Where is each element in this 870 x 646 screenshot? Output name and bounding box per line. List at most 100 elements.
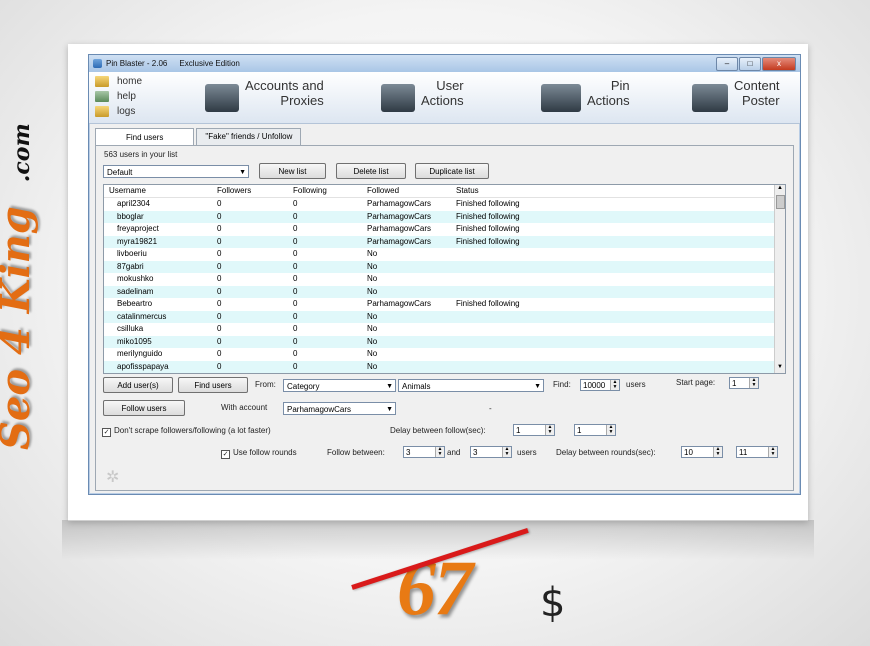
- help-icon: [95, 91, 109, 102]
- chevron-down-icon: ▼: [386, 406, 393, 413]
- follow-between-max-input[interactable]: 3 ▲ ▼: [470, 446, 512, 458]
- table-cell: ParhamagowCars: [367, 199, 432, 208]
- table-row[interactable]: mokushko 0 0 No: [104, 273, 785, 286]
- duplicate-list-button[interactable]: Duplicate list: [415, 163, 489, 179]
- table-cell: No: [367, 361, 378, 371]
- new-list-button[interactable]: New list: [259, 163, 326, 179]
- and-label: and: [447, 448, 461, 457]
- title-bar[interactable]: Pin Blaster - 2.06 Exclusive Edition – □…: [89, 55, 800, 72]
- table-row[interactable]: april2304 0 0 ParhamagowCars Finished follow…: [104, 198, 785, 211]
- table-cell: 0: [293, 211, 298, 221]
- from-select[interactable]: Category ▼: [283, 379, 396, 392]
- scroll-down-icon[interactable]: ▼: [775, 364, 785, 373]
- table-cell: 0: [293, 324, 298, 333]
- table-cell: miko1095: [117, 336, 152, 346]
- table-cell: freyaproject: [117, 224, 159, 233]
- follow-users-button[interactable]: Follow users: [103, 400, 185, 416]
- table-row[interactable]: livboeriu 0 0 No: [104, 248, 785, 261]
- close-button[interactable]: x: [762, 56, 796, 71]
- delete-list-button[interactable]: Delete list: [336, 163, 406, 179]
- add-users-button[interactable]: Add user(s): [103, 377, 173, 393]
- spinner-arrows-icon[interactable]: ▲ ▼: [610, 380, 619, 390]
- toolbar-accounts-proxies[interactable]: Accounts and Proxies: [205, 78, 324, 112]
- table-row[interactable]: catalinmercus 0 0 No: [104, 310, 785, 323]
- category-select[interactable]: Animals ▼: [398, 379, 544, 392]
- table-cell: 0: [217, 349, 222, 358]
- table-cell: 0: [217, 199, 222, 208]
- scroll-up-icon[interactable]: ▲: [775, 185, 785, 194]
- table-cell: No: [367, 324, 378, 333]
- dont-scrape-checkbox[interactable]: ✓ Don't scrape followers/following (a lot…: [102, 426, 271, 437]
- spinner-arrows-icon[interactable]: ▲ ▼: [435, 447, 444, 457]
- table-cell: [456, 336, 785, 349]
- quick-link-help[interactable]: help: [95, 89, 142, 104]
- toolbar-user-actions[interactable]: User Actions: [381, 78, 464, 112]
- table-row[interactable]: myra19821 0 0 ParhamagowCars Finished follow…: [104, 235, 785, 248]
- scroll-thumb[interactable]: [776, 195, 785, 209]
- table-row[interactable]: csilluka 0 0 No: [104, 323, 785, 336]
- maximize-button[interactable]: □: [739, 56, 761, 71]
- find-users-button[interactable]: Find users: [178, 377, 248, 393]
- table-row[interactable]: bboglar 0 0 ParhamagowCars Finished followin…: [104, 210, 785, 223]
- quick-link-logs[interactable]: logs: [95, 104, 142, 119]
- find-label: Find:: [553, 380, 571, 389]
- table-cell: 0: [217, 261, 222, 271]
- chevron-down-icon: ▼: [386, 383, 393, 390]
- spinner-arrows-icon[interactable]: ▲ ▼: [545, 425, 554, 435]
- old-price: 67: [397, 544, 473, 631]
- window-controls: – □ x: [715, 56, 796, 71]
- table-cell: ParhamagowCars: [367, 299, 432, 308]
- table-cell: 0: [293, 224, 298, 233]
- table-cell: 0: [217, 324, 222, 333]
- table-cell: No: [367, 286, 378, 296]
- accounts-icon: [205, 84, 239, 112]
- table-row[interactable]: merilynguido 0 0 No: [104, 348, 785, 361]
- spinner-arrows-icon[interactable]: ▲ ▼: [713, 447, 722, 457]
- delay-rounds-max-input[interactable]: 11 ▲ ▼: [736, 446, 778, 458]
- delay-rounds-min-input[interactable]: 10 ▲ ▼: [681, 446, 723, 458]
- table-cell: 0: [217, 299, 222, 308]
- window-title: Pin Blaster - 2.06: [106, 59, 168, 68]
- find-count-input[interactable]: 10000 ▲ ▼: [580, 379, 620, 391]
- account-select[interactable]: ParhamagowCars ▼: [283, 402, 396, 415]
- table-scrollbar[interactable]: ▲ ▼: [774, 185, 785, 373]
- toolbar-pin-actions[interactable]: Pin Actions: [541, 78, 630, 112]
- table-cell: [456, 348, 785, 361]
- follow-between-min-input[interactable]: 3 ▲ ▼: [403, 446, 445, 458]
- use-follow-rounds-checkbox[interactable]: ✓ Use follow rounds: [221, 448, 297, 459]
- users-table[interactable]: Username Followers Following Followed St…: [103, 184, 786, 374]
- list-select[interactable]: Default ▼: [103, 165, 249, 178]
- checkbox-checked-icon[interactable]: ✓: [221, 450, 230, 459]
- table-row[interactable]: 87gabri 0 0 No: [104, 260, 785, 273]
- spinner-arrows-icon[interactable]: ▲ ▼: [768, 447, 777, 457]
- spinner-arrows-icon[interactable]: ▲ ▼: [606, 425, 615, 435]
- table-row[interactable]: miko1095 0 0 No: [104, 335, 785, 349]
- toolbar-content-poster[interactable]: Content Poster: [692, 78, 780, 112]
- table-cell: [456, 361, 785, 374]
- table-cell: bboglar: [117, 211, 144, 221]
- quick-link-home[interactable]: home: [95, 74, 142, 89]
- find-users-unit: users: [626, 380, 646, 389]
- delay-follow-min-input[interactable]: 1 ▲ ▼: [513, 424, 555, 436]
- window-edition: Exclusive Edition: [179, 59, 240, 68]
- delay-follow-max-input[interactable]: 1 ▲ ▼: [574, 424, 616, 436]
- logs-icon: [95, 106, 109, 117]
- follow-between-label: Follow between:: [327, 448, 385, 457]
- table-cell: apofisspapaya: [117, 361, 169, 371]
- table-cell: 0: [217, 274, 222, 283]
- table-cell: 0: [293, 236, 298, 246]
- minimize-button[interactable]: –: [716, 56, 738, 71]
- table-cell: Finished following: [456, 224, 520, 233]
- table-cell: Bebeartro: [117, 299, 153, 308]
- checkbox-checked-icon[interactable]: ✓: [102, 428, 111, 437]
- table-row[interactable]: Bebeartro 0 0 ParhamagowCars Finished follow…: [104, 298, 785, 311]
- chevron-down-icon: ▼: [239, 169, 246, 176]
- table-row[interactable]: sadelinam 0 0 No: [104, 285, 785, 298]
- table-cell: merilynguido: [117, 349, 163, 358]
- table-row[interactable]: apofisspapaya 0 0 No: [104, 360, 785, 374]
- start-page-input[interactable]: 1 ▲ ▼: [729, 377, 759, 389]
- spinner-arrows-icon[interactable]: ▲ ▼: [749, 378, 758, 388]
- table-row[interactable]: freyaproject 0 0 ParhamagowCars Finished fol…: [104, 223, 785, 236]
- spinner-arrows-icon[interactable]: ▲ ▼: [502, 447, 511, 457]
- delay-follow-label: Delay between follow(sec):: [390, 426, 486, 435]
